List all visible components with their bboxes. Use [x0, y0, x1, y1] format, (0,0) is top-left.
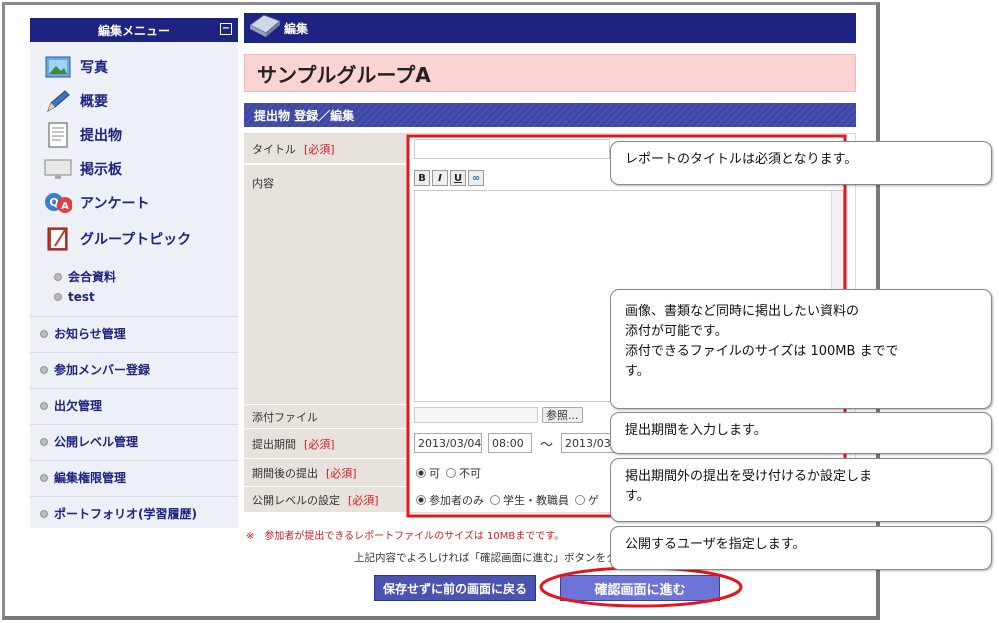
callout-text: 添付が可能です。	[625, 324, 728, 339]
callout-title-required: レポートのタイトルは必須となります。	[610, 141, 992, 185]
callout-text: 掲出期間外の提出を受け付けるか設定しま	[625, 469, 873, 484]
callout-text: 画像、書類など同時に掲出したい資料の	[625, 304, 860, 319]
callout-text: す。	[625, 489, 650, 504]
callout-visibility: 公開するユーザを指定します。	[610, 526, 992, 570]
callout-text: 添付できるファイルのサイズは 100MB までで	[625, 344, 899, 359]
callout-text: 提出期間を入力します。	[625, 423, 767, 438]
callout-text: す。	[625, 364, 650, 379]
callout-text: 公開するユーザを指定します。	[625, 537, 806, 552]
callout-attachment: 画像、書類など同時に掲出したい資料の 添付が可能です。 添付できるファイルのサイ…	[610, 289, 992, 409]
callout-period: 提出期間を入力します。	[610, 412, 992, 454]
callout-text: レポートのタイトルは必須となります。	[625, 152, 858, 167]
callout-late-submission: 掲出期間外の提出を受け付けるか設定しま す。	[610, 458, 992, 522]
highlight-ellipse	[539, 566, 743, 608]
